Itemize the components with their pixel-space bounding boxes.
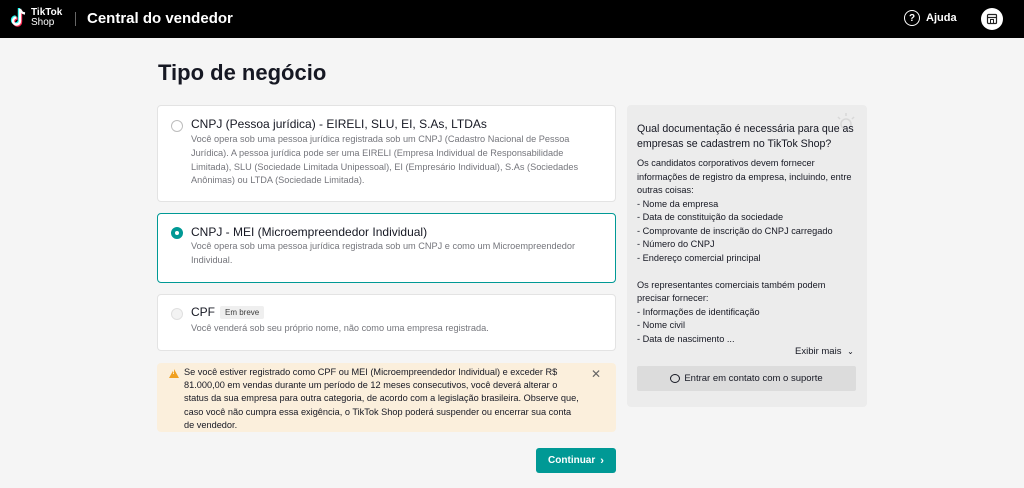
option-description: Você opera sob uma pessoa jurídica regis… [191, 134, 579, 186]
close-icon[interactable]: ✕ [591, 367, 601, 381]
store-icon [986, 13, 998, 25]
panel-reps-intro: Os representantes comerciais também pode… [637, 279, 826, 304]
show-more-link[interactable]: Exibir mais ⌄ [795, 346, 854, 357]
logo-text: TikTok Shop [31, 8, 62, 28]
chevron-down-icon: ⌄ [847, 347, 854, 356]
contact-support-button[interactable]: Entrar em contato com o suporte [637, 366, 856, 391]
warning-icon [169, 369, 179, 378]
list-item: - Nome civil [637, 320, 685, 330]
option-title-row: CPF Em breve [191, 305, 265, 319]
list-item: - Comprovante de inscrição do CNPJ carre… [637, 225, 833, 236]
option-title: CNPJ (Pessoa jurídica) - EIRELI, SLU, EI… [191, 117, 487, 131]
store-button[interactable] [981, 8, 1003, 30]
support-label: Entrar em contato com o suporte [684, 373, 823, 384]
option-title: CNPJ - MEI (Microempreendedor Individual… [191, 225, 428, 239]
app-title: Central do vendedor [87, 10, 233, 27]
list-item: - Data de constituição da sociedade [637, 212, 784, 222]
panel-title: Qual documentação é necessária para que … [637, 123, 854, 150]
help-label: Ajuda [926, 12, 957, 24]
list-item: - Nome da empresa [637, 198, 719, 209]
option-description: Você venderá sob seu próprio nome, não c… [191, 323, 489, 333]
top-bar: TikTok Shop Central do vendedor ? Ajuda [0, 0, 1024, 38]
show-more-label: Exibir mais [795, 346, 842, 357]
business-type-option-cpf: CPF Em breve Você venderá sob seu própri… [157, 294, 616, 351]
option-description: Você opera sob uma pessoa jurídica regis… [191, 241, 576, 265]
tiktok-logo-icon [10, 8, 26, 27]
help-button[interactable]: ? Ajuda [904, 10, 957, 26]
panel-body: Os candidatos corporativos devem fornece… [637, 157, 859, 346]
business-type-option-cnpj[interactable]: CNPJ (Pessoa jurídica) - EIRELI, SLU, EI… [157, 105, 616, 202]
chevron-right-icon: › [600, 454, 604, 467]
documentation-help-panel: Qual documentação é necessária para que … [627, 105, 867, 407]
header-divider [75, 12, 76, 26]
page-title: Tipo de negócio [158, 60, 327, 85]
option-title: CPF [191, 305, 215, 319]
chat-icon [670, 374, 681, 383]
warning-text: Se você estiver registrado como CPF ou M… [184, 367, 579, 430]
radio-cnpj[interactable] [171, 120, 183, 132]
list-item: - Informações de identificação [637, 306, 760, 317]
list-item: - Endereço comercial principal [637, 252, 761, 263]
continue-button[interactable]: Continuar › [536, 448, 616, 473]
radio-cpf [171, 308, 183, 320]
coming-soon-badge: Em breve [220, 305, 265, 319]
list-item: - Número do CNPJ [637, 239, 715, 249]
warning-banner: Se você estiver registrado como CPF ou M… [157, 363, 616, 432]
tiktok-shop-logo[interactable]: TikTok Shop [10, 7, 62, 29]
business-type-option-mei[interactable]: CNPJ - MEI (Microempreendedor Individual… [157, 213, 616, 283]
panel-intro: Os candidatos corporativos devem fornece… [637, 158, 852, 195]
radio-mei[interactable] [171, 227, 183, 239]
question-circle-icon: ? [904, 10, 920, 26]
list-item: - Data de nascimento ... [637, 333, 735, 344]
logo-line2: Shop [31, 17, 55, 28]
continue-label: Continuar [548, 455, 596, 466]
